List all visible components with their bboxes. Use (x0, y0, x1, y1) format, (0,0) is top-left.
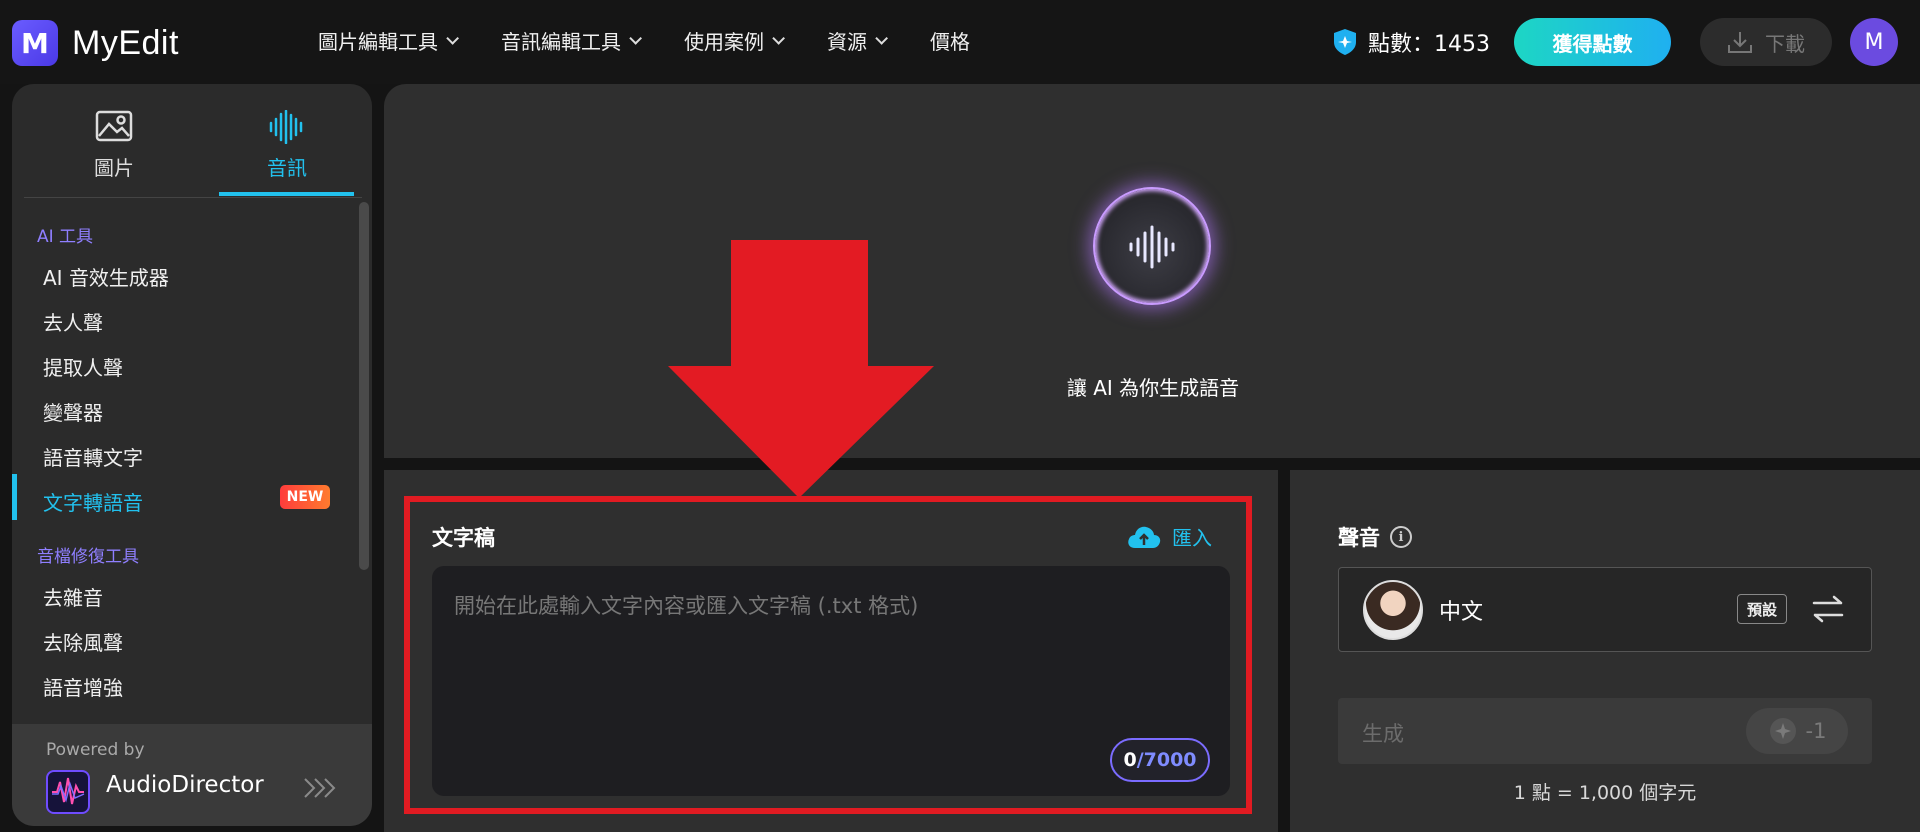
audio-wave-icon (269, 110, 303, 144)
main-nav: 圖片編輯工具 音訊編輯工具 使用案例 資源 價格 (318, 26, 1016, 55)
tab-image[interactable]: 圖片 (44, 110, 184, 181)
voice-avatar (1363, 580, 1423, 640)
powered-by-label: Powered by (46, 740, 145, 760)
points-rate-note: 1 點 = 1,000 個字元 (1513, 782, 1697, 804)
logo-letter: M (21, 27, 49, 60)
tab-audio[interactable]: 音訊 (217, 110, 357, 181)
generate-cost: -1 (1805, 719, 1827, 743)
sidebar-scrollbar[interactable] (359, 202, 369, 570)
points-display: 點數：1453 (1332, 26, 1490, 58)
download-icon (1728, 32, 1752, 53)
powered-by-banner[interactable]: Powered by AudioDirector (12, 724, 372, 826)
sidebar: 圖片 音訊 AI 工具 AI 音效生成器 去人聲 提取人聲 變聲器 語音轉文字 … (12, 84, 372, 826)
char-count-max: /7000 (1136, 749, 1197, 771)
script-placeholder: 開始在此處輸入文字內容或匯入文字稿 (.txt 格式) (454, 594, 919, 618)
nav-label: 音訊編輯工具 (501, 30, 621, 54)
swap-icon[interactable] (1811, 594, 1845, 624)
download-button[interactable]: 下載 (1700, 18, 1832, 66)
preset-badge: 預設 (1737, 594, 1787, 624)
nav-image-tools[interactable]: 圖片編輯工具 (318, 26, 459, 55)
menu-ai-sfx-generator[interactable]: AI 音效生成器 (43, 262, 169, 291)
generate-cost-pill: -1 (1746, 708, 1848, 754)
menu-noise-removal[interactable]: 去雜音 (43, 582, 103, 611)
import-button[interactable]: 匯入 (1126, 522, 1212, 551)
chevron-down-icon (629, 32, 642, 45)
menu-speech-enhance[interactable]: 語音增強 (43, 672, 123, 701)
generate-button[interactable]: 生成 -1 (1338, 698, 1872, 764)
nav-use-cases[interactable]: 使用案例 (684, 26, 785, 55)
app-name: MyEdit (72, 23, 179, 62)
chevron-down-icon (446, 32, 459, 45)
download-label: 下載 (1765, 31, 1805, 56)
hero-caption: 讓 AI 為你生成語音 (1066, 376, 1240, 400)
audiodirector-name: AudioDirector (106, 772, 264, 798)
voice-name: 中文 (1439, 600, 1484, 625)
active-item-indicator (12, 474, 17, 520)
section-audio-repair: 音檔修復工具 (37, 547, 139, 567)
image-icon (95, 110, 133, 142)
tab-label: 音訊 (267, 156, 307, 180)
menu-vocal-extractor[interactable]: 提取人聲 (43, 352, 123, 381)
nav-label: 使用案例 (684, 30, 764, 54)
points-shield-icon (1334, 29, 1356, 55)
new-badge: NEW (280, 485, 330, 509)
chevron-down-icon (772, 32, 785, 45)
user-avatar[interactable]: M (1850, 18, 1898, 66)
import-label: 匯入 (1172, 526, 1212, 550)
nav-label: 資源 (827, 30, 867, 54)
menu-voice-changer[interactable]: 變聲器 (43, 397, 103, 426)
nav-label: 圖片編輯工具 (318, 30, 438, 54)
cloud-upload-icon (1128, 526, 1161, 548)
nav-resources[interactable]: 資源 (827, 26, 888, 55)
points-shield-icon (1769, 718, 1796, 744)
char-count-current: 0 (1123, 749, 1137, 771)
script-title: 文字稿 (432, 526, 495, 550)
character-counter: 0/7000 (1110, 738, 1210, 782)
points-count: 點數：1453 (1368, 32, 1490, 57)
menu-speech-to-text[interactable]: 語音轉文字 (43, 442, 143, 471)
app-logo[interactable]: M MyEdit (12, 20, 179, 66)
voice-title-label: 聲音 (1338, 526, 1380, 550)
myedit-logo-icon: M (12, 20, 58, 66)
top-navigation-bar: M MyEdit 圖片編輯工具 音訊編輯工具 使用案例 資源 價格 點數：145… (0, 0, 1920, 84)
section-ai-tools: AI 工具 (37, 227, 94, 247)
menu-vocal-remover[interactable]: 去人聲 (43, 307, 103, 336)
generate-label: 生成 (1362, 722, 1404, 746)
nav-label: 價格 (930, 30, 970, 54)
get-points-button[interactable]: 獲得點數 (1514, 18, 1671, 66)
menu-text-to-speech[interactable]: 文字轉語音 (43, 487, 143, 516)
audiodirector-logo-icon (46, 770, 90, 814)
menu-wind-removal[interactable]: 去除風聲 (43, 627, 123, 656)
tab-label: 圖片 (94, 156, 134, 180)
media-tabs: 圖片 音訊 (24, 84, 362, 198)
active-tab-indicator (219, 192, 354, 196)
triple-chevron-right-icon (304, 778, 336, 798)
annotation-down-arrow-icon (668, 240, 934, 498)
nav-audio-tools[interactable]: 音訊編輯工具 (501, 26, 642, 55)
voice-selector[interactable]: 中文 預設 (1338, 567, 1872, 652)
info-icon[interactable]: i (1390, 526, 1412, 548)
voice-title: 聲音 i (1338, 522, 1412, 552)
nav-pricing[interactable]: 價格 (930, 26, 970, 55)
chevron-down-icon (875, 32, 888, 45)
ai-voice-orb-icon (1093, 187, 1211, 305)
